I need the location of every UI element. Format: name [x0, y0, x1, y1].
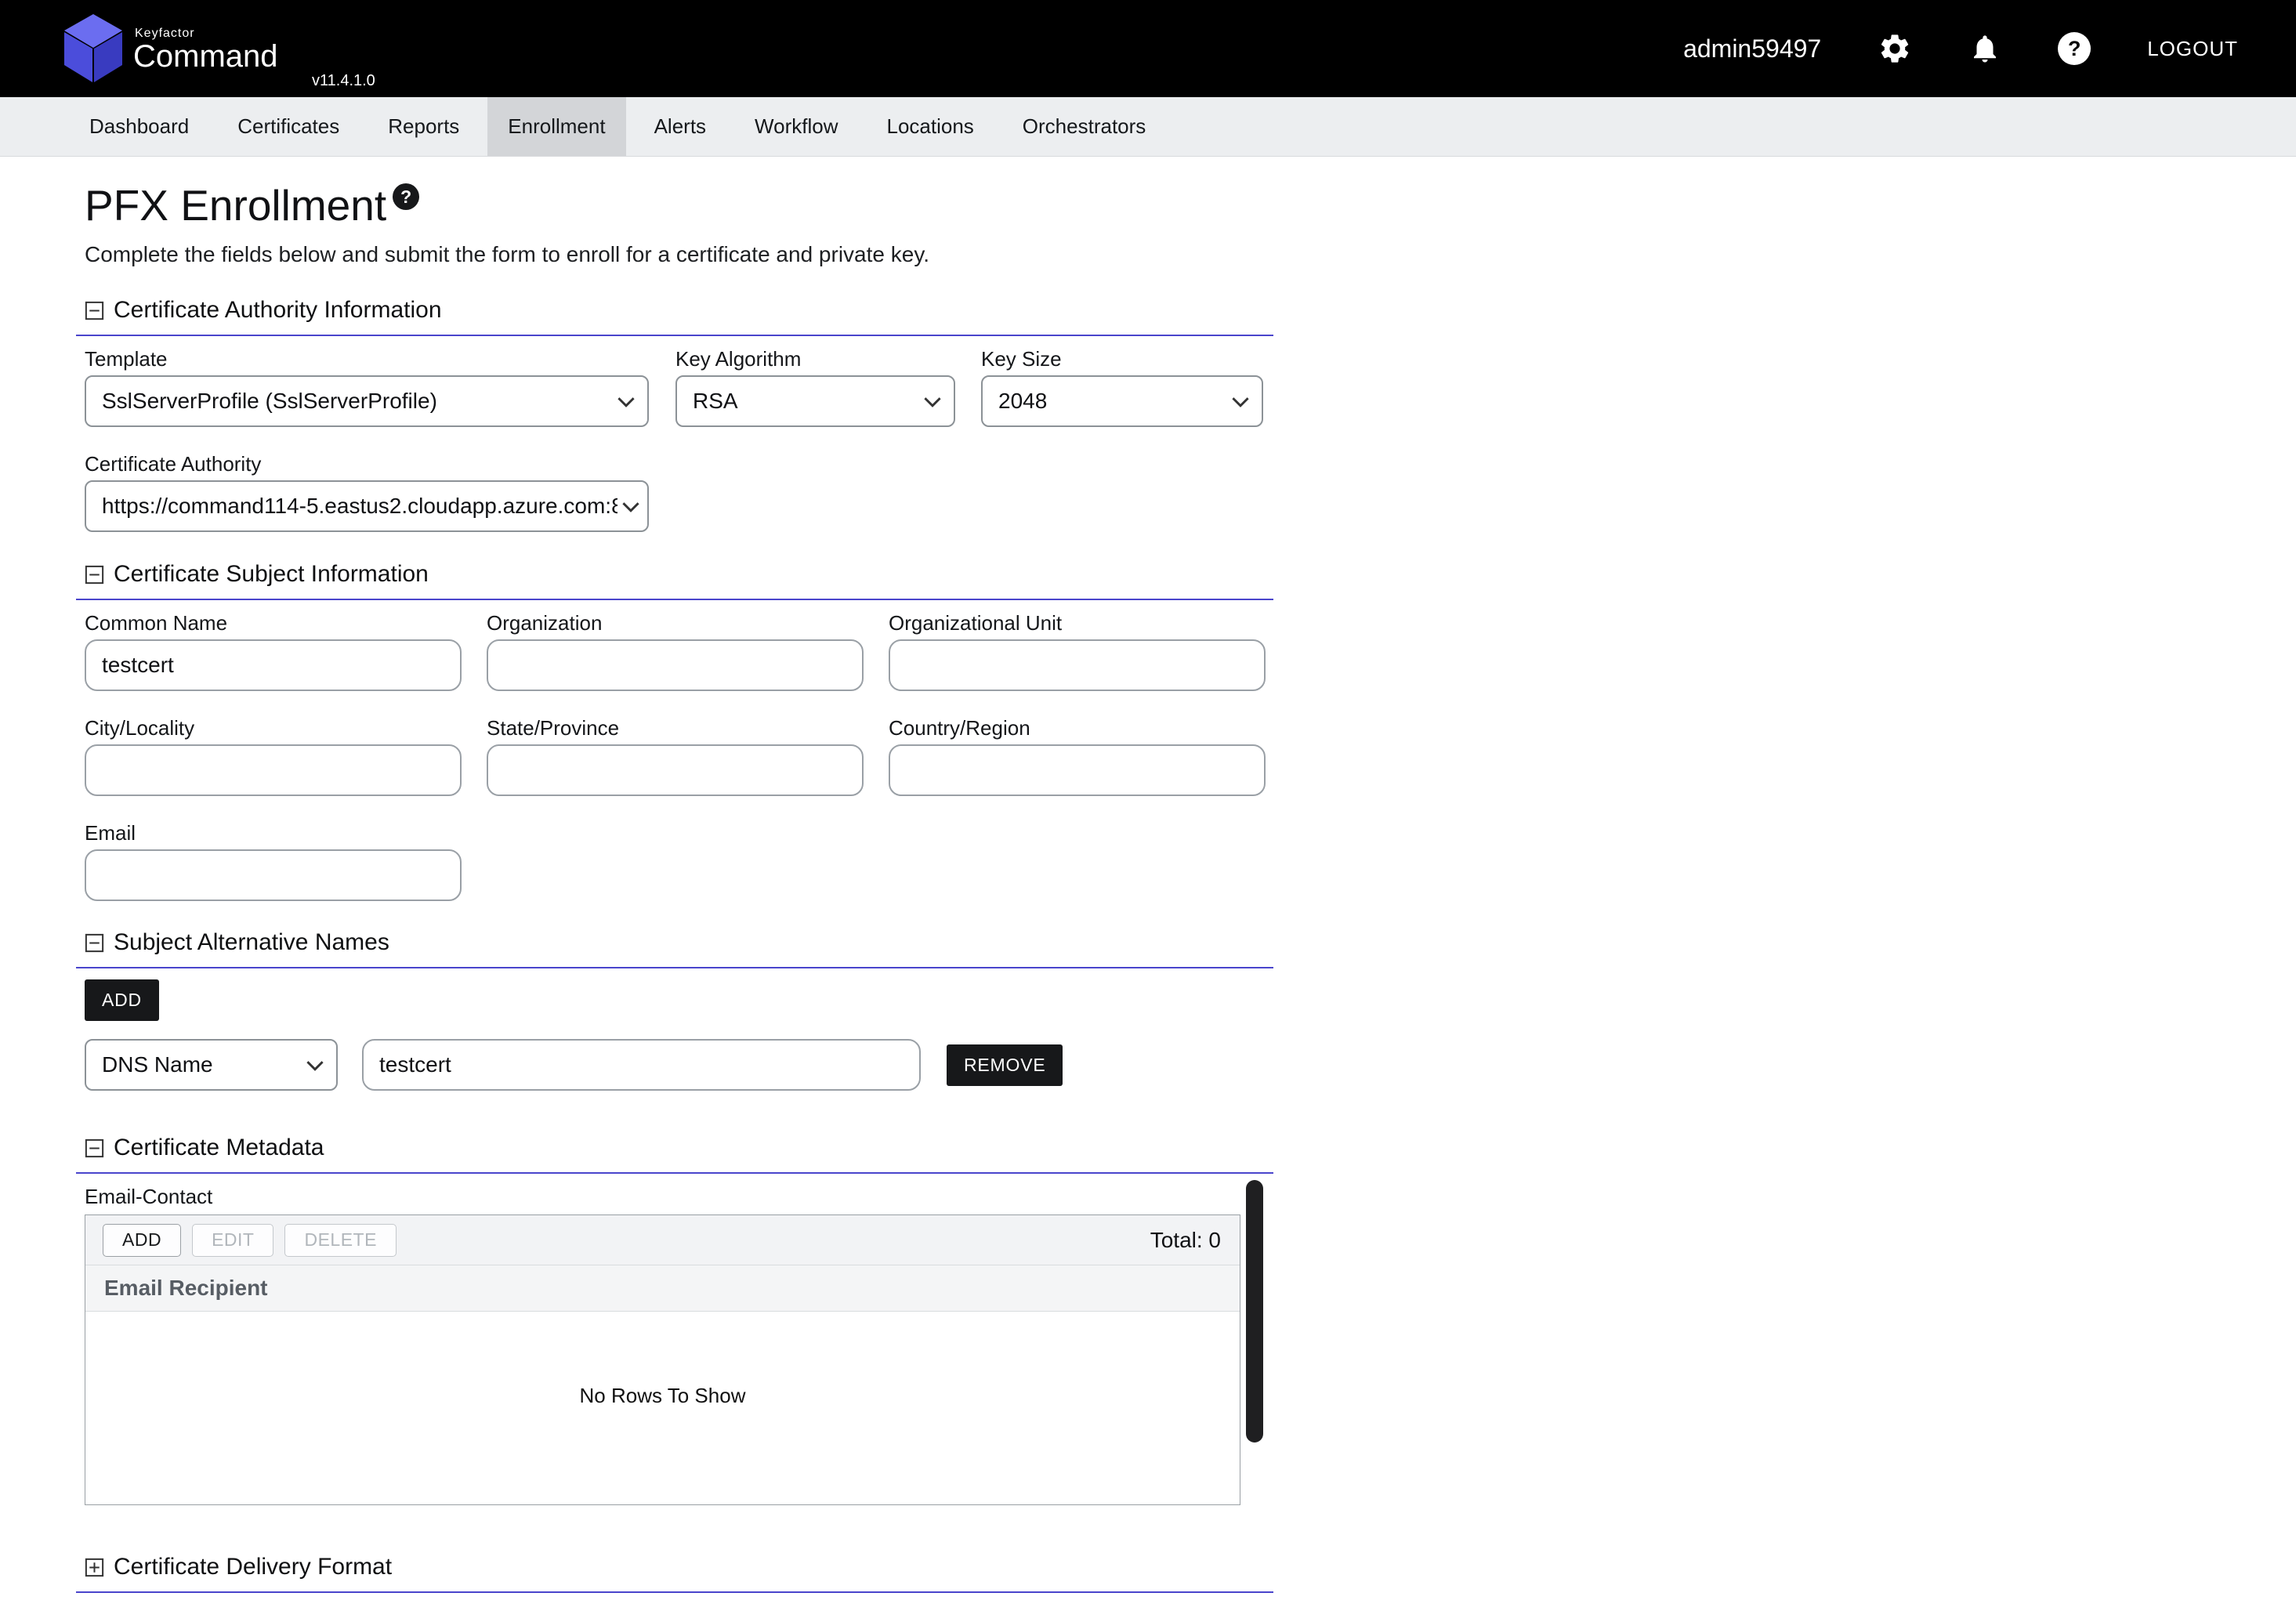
brand: Keyfactor Command v11.4.1.0 [63, 0, 470, 97]
brand-command: Command [133, 39, 278, 74]
app-version: v11.4.1.0 [312, 72, 375, 90]
collapse-minus-square-icon[interactable] [85, 1138, 104, 1158]
section-divider [76, 1591, 1273, 1593]
notifications-bell-icon[interactable] [1968, 32, 2001, 65]
san-add-button[interactable]: ADD [85, 979, 159, 1021]
section-title: Certificate Subject Information [114, 561, 429, 588]
chevron-down-icon [621, 494, 641, 519]
main-nav: Dashboard Certificates Reports Enrollmen… [0, 97, 2296, 157]
metadata-delete-button[interactable]: DELETE [284, 1224, 396, 1257]
nav-item-locations[interactable]: Locations [866, 97, 994, 156]
section-divider [76, 967, 1273, 968]
section-divider [76, 1172, 1273, 1174]
section-title: Certificate Authority Information [114, 297, 442, 324]
organization-label: Organization [487, 611, 864, 635]
keyfactor-logo-icon [63, 14, 124, 83]
chevron-down-icon [305, 1052, 325, 1077]
metadata-total-count: Total: 0 [1150, 1228, 1221, 1253]
section-title: Certificate Delivery Format [114, 1554, 392, 1580]
page-title: PFX Enrollment [85, 180, 386, 230]
collapse-minus-square-icon[interactable] [85, 933, 104, 953]
key-algorithm-label: Key Algorithm [675, 347, 955, 371]
certificate-delivery-format-section: Certificate Delivery Format [76, 1554, 1273, 1593]
city-locality-input[interactable] [85, 744, 462, 796]
settings-gear-icon[interactable] [1878, 31, 1912, 66]
san-remove-button[interactable]: REMOVE [947, 1044, 1063, 1086]
logout-button[interactable]: LOGOUT [2147, 37, 2238, 61]
key-size-label: Key Size [981, 347, 1263, 371]
app-header: Keyfactor Command v11.4.1.0 admin59497 ?… [0, 0, 2296, 97]
email-label: Email [85, 821, 462, 845]
help-icon[interactable]: ? [2058, 32, 2091, 65]
metadata-grid: ADD EDIT DELETE Total: 0 Email Recipient… [85, 1214, 1240, 1505]
email-contact-label: Email-Contact [85, 1185, 1273, 1208]
section-title: Certificate Metadata [114, 1135, 324, 1161]
page-description: Complete the fields below and submit the… [85, 241, 2296, 267]
san-row: DNS Name REMOVE [85, 1039, 1273, 1091]
certificate-authority-select[interactable]: https://command114-5.eastus2.cloudapp.az… [85, 480, 649, 532]
state-province-label: State/Province [487, 716, 864, 740]
email-recipient-column-header: Email Recipient [85, 1265, 1240, 1312]
email-input[interactable] [85, 849, 462, 901]
san-type-select[interactable]: DNS Name [85, 1039, 338, 1091]
nav-item-certificates[interactable]: Certificates [217, 97, 360, 156]
nav-item-enrollment[interactable]: Enrollment [487, 97, 625, 156]
nav-item-orchestrators[interactable]: Orchestrators [1002, 97, 1167, 156]
chevron-down-icon [616, 389, 636, 414]
organizational-unit-input[interactable] [889, 639, 1266, 691]
common-name-input[interactable] [85, 639, 462, 691]
chevron-down-icon [1230, 389, 1251, 414]
san-value-input[interactable] [362, 1039, 921, 1091]
collapse-minus-square-icon[interactable] [85, 565, 104, 585]
page-content: PFX Enrollment ? Complete the fields bel… [0, 157, 2296, 1600]
nav-item-dashboard[interactable]: Dashboard [69, 97, 209, 156]
key-algorithm-select[interactable]: RSA [675, 375, 955, 427]
certificate-authority-label: Certificate Authority [85, 452, 649, 476]
section-divider [76, 599, 1273, 600]
template-label: Template [85, 347, 649, 371]
organization-input[interactable] [487, 639, 864, 691]
country-region-label: Country/Region [889, 716, 1266, 740]
chevron-down-icon [922, 389, 943, 414]
section-divider [76, 335, 1273, 336]
metadata-add-button[interactable]: ADD [103, 1224, 181, 1257]
city-locality-label: City/Locality [85, 716, 462, 740]
section-title: Subject Alternative Names [114, 929, 389, 956]
state-province-input[interactable] [487, 744, 864, 796]
country-region-input[interactable] [889, 744, 1266, 796]
key-size-select[interactable]: 2048 [981, 375, 1263, 427]
certificate-metadata-section: Certificate Metadata Email-Contact ADD E… [76, 1135, 1273, 1505]
subject-alternative-names-section: Subject Alternative Names ADD DNS Name R… [76, 929, 1273, 1091]
metadata-scrollbar[interactable] [1246, 1180, 1263, 1443]
common-name-label: Common Name [85, 611, 462, 635]
expand-plus-square-icon[interactable] [85, 1558, 104, 1577]
grid-empty-message: No Rows To Show [85, 1312, 1240, 1504]
header-actions: admin59497 ? LOGOUT [1683, 31, 2238, 66]
certificate-authority-section: Certificate Authority Information Templa… [76, 297, 1273, 532]
organizational-unit-label: Organizational Unit [889, 611, 1266, 635]
collapse-minus-square-icon[interactable] [85, 301, 104, 320]
nav-item-alerts[interactable]: Alerts [634, 97, 726, 156]
metadata-edit-button[interactable]: EDIT [192, 1224, 273, 1257]
nav-item-reports[interactable]: Reports [368, 97, 480, 156]
template-select[interactable]: SslServerProfile (SslServerProfile) [85, 375, 649, 427]
metadata-grid-toolbar: ADD EDIT DELETE Total: 0 [85, 1215, 1240, 1265]
nav-item-workflow[interactable]: Workflow [734, 97, 858, 156]
page-help-icon[interactable]: ? [393, 183, 419, 210]
certificate-subject-section: Certificate Subject Information Common N… [76, 561, 1273, 901]
username: admin59497 [1683, 34, 1821, 63]
